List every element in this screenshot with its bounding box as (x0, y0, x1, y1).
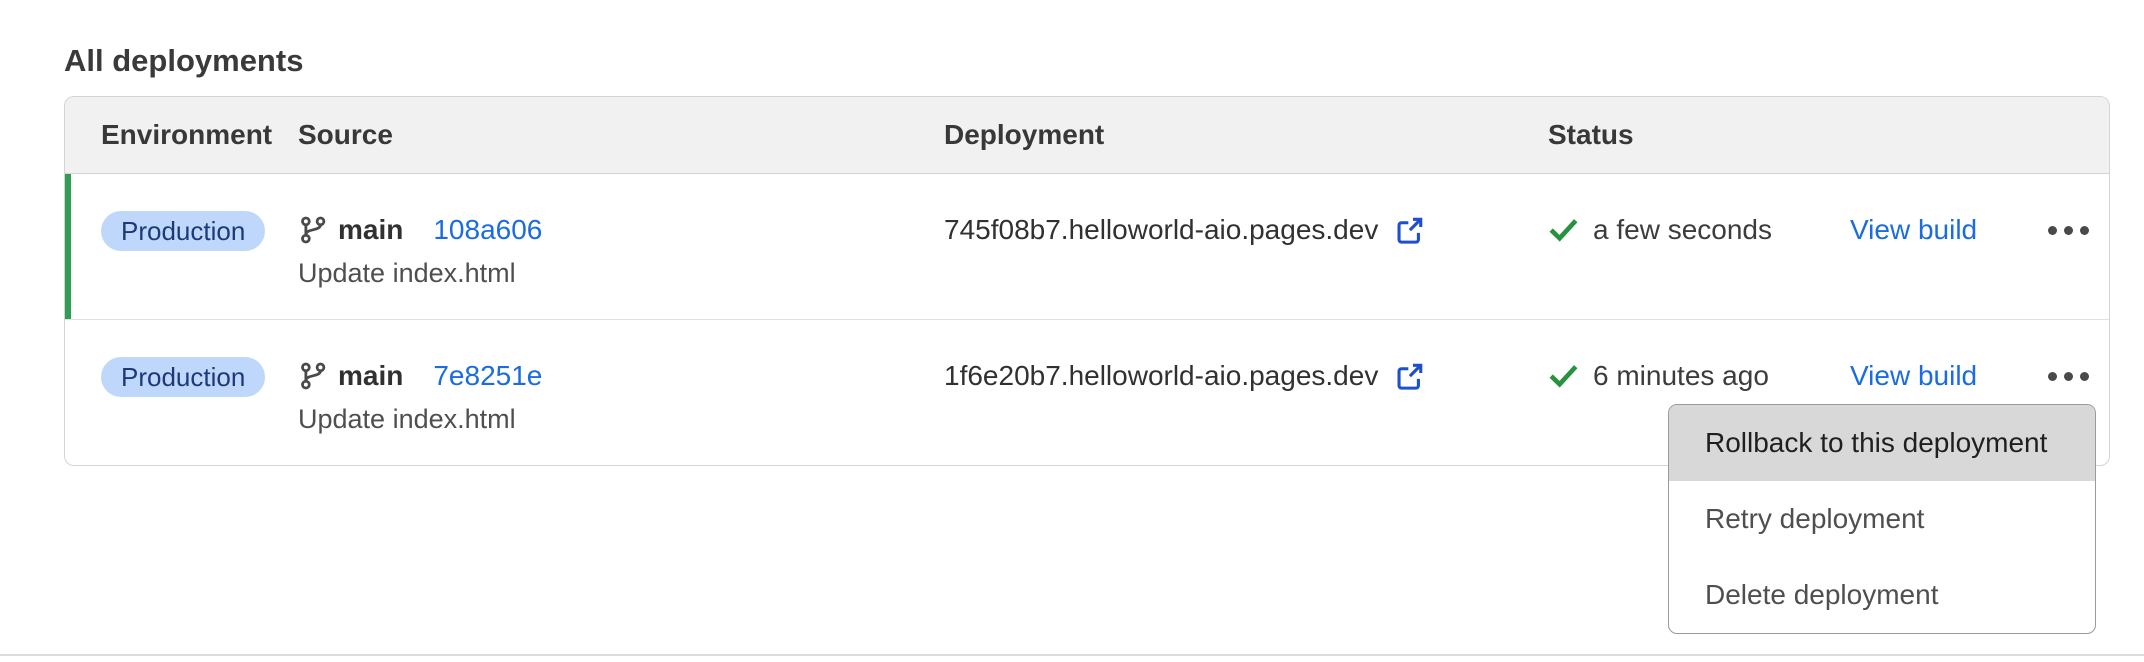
environment-cell: Production (101, 174, 298, 251)
status-time: 6 minutes ago (1593, 360, 1769, 392)
deployment-actions-button[interactable] (2044, 366, 2093, 387)
deployment-url: 745f08b7.helloworld-aio.pages.dev (944, 214, 1378, 246)
status-time: a few seconds (1593, 214, 1772, 246)
external-link-icon[interactable] (1394, 215, 1425, 246)
commit-link[interactable]: 7e8251e (433, 360, 542, 392)
page-title: All deployments (64, 43, 303, 79)
kebab-menu-icon (2048, 226, 2057, 235)
deployment-actions-menu: Rollback to this deployment Retry deploy… (1668, 404, 2096, 634)
table-header-row: Environment Source Deployment Status (65, 97, 2109, 174)
view-build-link[interactable]: View build (1850, 360, 1977, 392)
deployment-actions-button[interactable] (2044, 220, 2093, 241)
check-icon (1548, 215, 1579, 246)
deployment-url: 1f6e20b7.helloworld-aio.pages.dev (944, 360, 1378, 392)
active-deployment-accent-bar (65, 174, 71, 319)
status-cell: 6 minutes ago (1548, 320, 1850, 396)
menu-item-delete[interactable]: Delete deployment (1669, 557, 2095, 633)
environment-cell: Production (101, 320, 298, 397)
status-cell: a few seconds (1548, 174, 1850, 250)
git-branch-icon (298, 361, 328, 391)
commit-message: Update index.html (298, 404, 944, 435)
page-bottom-divider (0, 654, 2144, 656)
column-header-deployment: Deployment (944, 119, 1548, 151)
kebab-menu-icon (2048, 372, 2057, 381)
environment-badge: Production (101, 211, 265, 251)
view-build-link[interactable]: View build (1850, 214, 1977, 246)
deployment-cell: 1f6e20b7.helloworld-aio.pages.dev (944, 320, 1548, 396)
actions-cell (2044, 320, 2109, 396)
actions-cell (2044, 174, 2109, 250)
menu-item-retry[interactable]: Retry deployment (1669, 481, 2095, 557)
commit-message: Update index.html (298, 258, 944, 289)
commit-link[interactable]: 108a606 (433, 214, 542, 246)
column-header-status: Status (1548, 119, 1850, 151)
deployment-cell: 745f08b7.helloworld-aio.pages.dev (944, 174, 1548, 250)
branch-name: main (338, 214, 403, 246)
column-header-source: Source (298, 119, 944, 151)
column-header-environment: Environment (101, 119, 298, 151)
external-link-icon[interactable] (1394, 361, 1425, 392)
menu-item-rollback[interactable]: Rollback to this deployment (1669, 405, 2095, 481)
branch-name: main (338, 360, 403, 392)
environment-badge: Production (101, 357, 265, 397)
view-build-cell: View build (1850, 174, 2044, 250)
source-cell: main 7e8251e Update index.html (298, 320, 944, 435)
source-cell: main 108a606 Update index.html (298, 174, 944, 289)
table-row: Production main 108a606 Update index.htm… (65, 174, 2109, 319)
view-build-cell: View build (1850, 320, 2044, 396)
check-icon (1548, 361, 1579, 392)
git-branch-icon (298, 215, 328, 245)
